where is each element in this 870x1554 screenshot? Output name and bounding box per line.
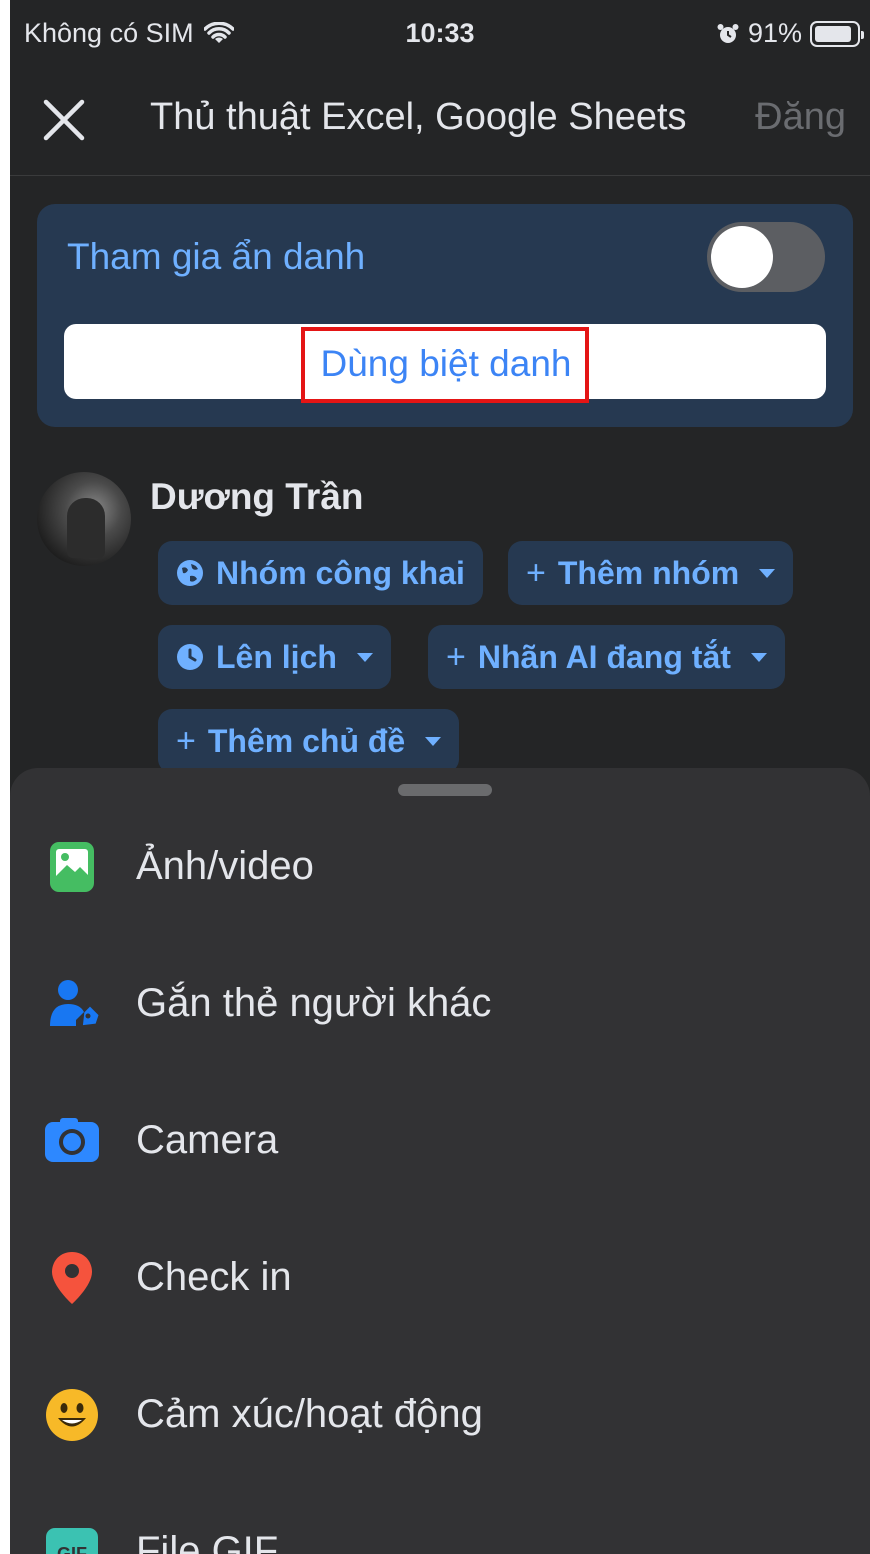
- menu-label: Gắn thẻ người khác: [136, 981, 492, 1025]
- battery-icon: [810, 20, 864, 47]
- anonymous-toggle[interactable]: [707, 222, 825, 292]
- menu-item-photo-video[interactable]: Ảnh/video: [10, 798, 870, 935]
- public-group-label: Nhóm công khai: [216, 554, 465, 591]
- location-pin-icon: [52, 1251, 92, 1304]
- globe-icon: [177, 560, 203, 586]
- smiley-icon: [46, 1388, 98, 1441]
- battery-percent: 91%: [747, 18, 802, 48]
- clock-icon: [177, 644, 203, 670]
- menu-item-feeling-activity[interactable]: Cảm xúc/hoạt động: [10, 1346, 870, 1483]
- caret-down-icon: [759, 568, 776, 578]
- toggle-knob: [711, 226, 773, 288]
- author-name: Dương Trần: [150, 476, 364, 517]
- menu-item-tag-people[interactable]: Gắn thẻ người khác: [10, 935, 870, 1072]
- public-group-chip[interactable]: Nhóm công khai: [158, 541, 483, 605]
- close-icon[interactable]: [38, 94, 90, 146]
- caret-down-icon: [750, 652, 767, 662]
- tag-people-icon: [50, 979, 99, 1026]
- plus-icon: +: [176, 721, 196, 760]
- menu-label: File GIF: [136, 1529, 279, 1554]
- add-group-chip[interactable]: + Thêm nhóm: [508, 541, 794, 605]
- ai-label-chip[interactable]: + Nhãn AI đang tắt: [428, 625, 785, 689]
- avatar-figure: [67, 498, 105, 558]
- add-topic-chip[interactable]: + Thêm chủ đề: [158, 709, 460, 773]
- menu-item-check-in[interactable]: Check in: [10, 1209, 870, 1346]
- menu-item-gif[interactable]: GIF File GIF: [10, 1483, 870, 1554]
- add-topic-label: Thêm chủ đề: [207, 722, 406, 759]
- anonymous-label: Tham gia ẩn danh: [67, 236, 366, 277]
- photo-icon: [50, 841, 94, 892]
- alarm-icon: [717, 23, 739, 43]
- ai-label-text: Nhãn AI đang tắt: [477, 638, 731, 675]
- menu-item-camera[interactable]: Camera: [10, 1072, 870, 1209]
- menu-label: Camera: [136, 1118, 279, 1162]
- add-group-label: Thêm nhóm: [557, 554, 740, 591]
- plus-icon: +: [446, 637, 466, 676]
- menu-label: Cảm xúc/hoạt động: [136, 1392, 483, 1436]
- battery-fill: [815, 25, 852, 42]
- status-right: 91%: [716, 18, 864, 49]
- group-title: Thủ thuật Excel, Google Sheets: [150, 96, 687, 138]
- avatar: [37, 472, 131, 566]
- attachment-sheet: Ảnh/video Gắn thẻ người khác Camera Chec…: [10, 768, 870, 1554]
- svg-text:GIF: GIF: [57, 1544, 87, 1554]
- menu-label: Ảnh/video: [136, 844, 314, 888]
- header: Thủ thuật Excel, Google Sheets Đăng: [10, 66, 870, 176]
- caret-down-icon: [356, 652, 373, 662]
- screen: Không có SIM 10:33 91% Thủ thuật Excel, …: [10, 0, 870, 1554]
- sheet-drag-handle[interactable]: [398, 784, 492, 796]
- post-button[interactable]: Đăng: [755, 96, 846, 139]
- menu-label: Check in: [136, 1255, 292, 1299]
- caret-down-icon: [425, 736, 442, 746]
- anonymous-card: Tham gia ẩn danh Dùng biệt danh: [37, 204, 853, 427]
- use-nickname-button[interactable]: Dùng biệt danh: [64, 324, 826, 403]
- gif-icon: GIF: [46, 1527, 98, 1554]
- schedule-label: Lên lịch: [216, 638, 337, 675]
- schedule-chip[interactable]: Lên lịch: [158, 625, 391, 689]
- status-bar: Không có SIM 10:33 91%: [10, 0, 870, 66]
- use-nickname-label: Dùng biệt danh: [300, 327, 590, 403]
- camera-icon: [45, 1117, 99, 1162]
- plus-icon: +: [526, 553, 546, 592]
